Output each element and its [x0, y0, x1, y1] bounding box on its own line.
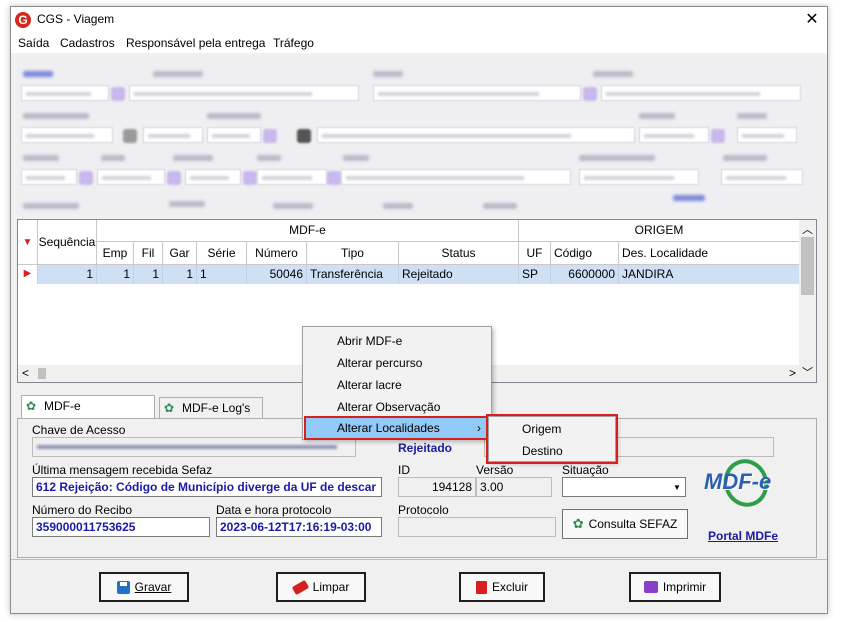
versao-label: Versão	[476, 463, 514, 477]
col-uf[interactable]: UF	[519, 242, 551, 265]
group-header-origem: ORIGEM	[519, 220, 800, 242]
excluir-button[interactable]: Excluir	[459, 572, 545, 602]
col-serie[interactable]: Série	[197, 242, 247, 265]
scroll-right-icon[interactable]: >	[789, 366, 796, 380]
tab-mdfe-logs[interactable]: ✿ MDF-e Log's	[159, 397, 263, 419]
close-button[interactable]: ✕	[797, 7, 827, 33]
imprimir-label: Imprimir	[662, 580, 707, 594]
menu-cadastros[interactable]: Cadastros	[60, 36, 115, 50]
trash-icon	[475, 580, 487, 594]
mdfe-icon: ✿	[26, 399, 37, 413]
menu-saida[interactable]: Saída	[18, 36, 49, 50]
gravar-button[interactable]: Gravar	[99, 572, 189, 602]
cell-emp[interactable]: 1	[97, 265, 134, 284]
printer-icon	[643, 581, 658, 593]
eraser-icon	[291, 579, 309, 595]
scroll-down-icon[interactable]: ﹀	[799, 364, 816, 380]
gravar-label: Gravar	[134, 580, 172, 594]
window-title: CGS - Viagem	[37, 12, 115, 26]
tab-label: MDF-e Log's	[182, 401, 251, 415]
submenu-arrow-icon: ›	[477, 421, 481, 435]
logo-text: MDF-e	[704, 469, 772, 494]
tab-mdfe-informacoes[interactable]: ✿ MDF-e informações	[21, 395, 155, 433]
status-value: Rejeitado	[398, 441, 453, 455]
menu-bar: Saída Cadastros Responsável pela entrega…	[11, 33, 827, 53]
menu-alterar-localidades[interactable]: Alterar Localidades ›	[304, 416, 490, 440]
consulta-sefaz-button[interactable]: ✿ Consulta SEFAZ	[562, 509, 688, 539]
situacao-select[interactable]	[562, 477, 686, 497]
title-bar: G CGS - Viagem ✕	[11, 7, 827, 33]
col-fil[interactable]: Fil	[134, 242, 163, 265]
menu-origem[interactable]: Origem	[491, 418, 613, 440]
recibo-field[interactable]: 359000011753625	[32, 517, 210, 537]
chave-label: Chave de Acesso	[32, 423, 126, 437]
imprimir-button[interactable]: Imprimir	[629, 572, 721, 602]
mdfe-icon: ✿	[572, 516, 584, 531]
id-label: ID	[398, 463, 410, 477]
redacted-form-area	[17, 57, 823, 215]
mdfe-icon: ✿	[164, 401, 175, 415]
mdfe-logo: MDF-e	[698, 452, 788, 515]
menu-destino[interactable]: Destino	[491, 440, 613, 462]
chave-field[interactable]	[32, 437, 356, 457]
limpar-label: Limpar	[312, 580, 350, 594]
col-status[interactable]: Status	[399, 242, 519, 265]
menu-responsavel[interactable]: Responsável pela entrega	[126, 36, 265, 50]
cell-serie[interactable]: 1	[197, 265, 247, 284]
data-protocolo-field[interactable]: 2023-06-12T17:16:19-03:00	[216, 517, 382, 537]
context-menu: Abrir MDF-e Alterar percurso Alterar lac…	[302, 326, 492, 440]
ultima-mensagem-field[interactable]: 612 Rejeição: Código de Município diverg…	[32, 477, 382, 497]
sort-indicator-icon[interactable]: ▼	[18, 220, 38, 265]
data-protocolo-label: Data e hora protocolo	[216, 503, 332, 517]
ultima-mensagem-label: Última mensagem recebida Sefaz	[32, 463, 213, 477]
group-header-mdfe: MDF-e	[97, 220, 519, 242]
portal-mdfe-link[interactable]: Portal MDFe	[708, 529, 778, 543]
col-sequencia[interactable]: Sequência	[38, 220, 97, 265]
app-logo-icon: G	[15, 12, 31, 28]
save-icon	[116, 580, 130, 594]
menu-alterar-lacre[interactable]: Alterar lacre	[305, 374, 489, 396]
submenu-localidades: Origem Destino	[486, 414, 618, 464]
col-emp[interactable]: Emp	[97, 242, 134, 265]
versao-field[interactable]: 3.00	[476, 477, 552, 497]
menu-trafego[interactable]: Tráfego	[273, 36, 314, 50]
col-localidade[interactable]: Des. Localidade	[619, 242, 800, 265]
cell-sequencia[interactable]: 1	[38, 265, 97, 284]
cell-localidade[interactable]: JANDIRA	[619, 265, 800, 284]
limpar-button[interactable]: Limpar	[276, 572, 366, 602]
horizontal-scroll-thumb[interactable]	[38, 368, 46, 379]
cell-tipo[interactable]: Transferência	[307, 265, 399, 284]
scroll-left-icon[interactable]: <	[22, 366, 29, 380]
excluir-label: Excluir	[491, 580, 528, 594]
col-numero[interactable]: Número	[247, 242, 307, 265]
scroll-up-icon[interactable]: ︿	[799, 221, 816, 237]
chevron-down-icon[interactable]: ▼	[671, 481, 683, 494]
row-indicator-icon[interactable]: ▶	[18, 265, 38, 284]
situacao-label: Situação	[562, 463, 609, 477]
vertical-scroll-thumb[interactable]	[801, 237, 814, 295]
cell-uf[interactable]: SP	[519, 265, 551, 284]
recibo-label: Número do Recibo	[32, 503, 133, 517]
col-gar[interactable]: Gar	[163, 242, 197, 265]
consulta-sefaz-label: Consulta SEFAZ	[588, 517, 678, 531]
cell-codigo[interactable]: 6600000	[551, 265, 619, 284]
menu-alterar-localidades-label: Alterar Localidades	[337, 421, 440, 435]
col-tipo[interactable]: Tipo	[307, 242, 399, 265]
cell-numero[interactable]: 50046	[247, 265, 307, 284]
vertical-scrollbar[interactable]: ︿ ﹀	[799, 220, 816, 382]
action-bar: Gravar Limpar Excluir Imprimir	[11, 559, 827, 615]
id-field[interactable]: 194128	[398, 477, 476, 497]
protocolo-label: Protocolo	[398, 503, 449, 517]
menu-alterar-percurso[interactable]: Alterar percurso	[305, 352, 489, 374]
main-window: G CGS - Viagem ✕ Saída Cadastros Respons…	[10, 6, 828, 614]
menu-alterar-observacao[interactable]: Alterar Observação	[305, 396, 489, 418]
protocolo-field[interactable]	[398, 517, 556, 537]
cell-gar[interactable]: 1	[163, 265, 197, 284]
menu-abrir-mdfe[interactable]: Abrir MDF-e	[305, 330, 489, 352]
cell-status[interactable]: Rejeitado	[399, 265, 519, 284]
col-codigo[interactable]: Código	[551, 242, 619, 265]
cell-fil[interactable]: 1	[134, 265, 163, 284]
